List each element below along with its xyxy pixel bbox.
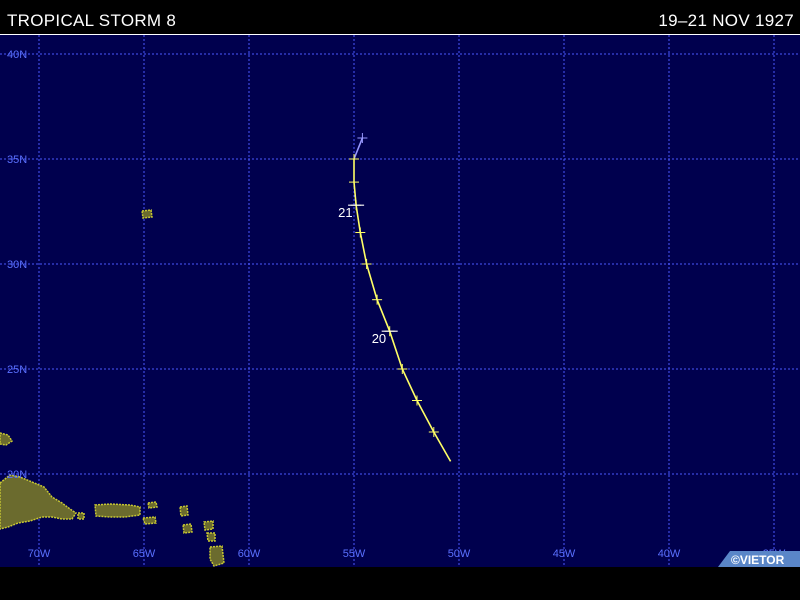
credit-text: ©VIETOR bbox=[731, 553, 785, 567]
bermuda-landmass bbox=[141, 209, 153, 219]
header-bar: TROPICAL STORM 8 19–21 NOV 1927 bbox=[0, 0, 800, 34]
lon-label: 45W bbox=[553, 548, 576, 560]
lat-label: 30N bbox=[7, 259, 27, 271]
storm-title: TROPICAL STORM 8 bbox=[7, 11, 177, 30]
map-canvas: 70W65W60W55W50W45W40W35W40N35N30N25N20N … bbox=[0, 35, 800, 567]
lat-label: 25N bbox=[7, 364, 27, 376]
storm-dates: 19–21 NOV 1927 bbox=[658, 11, 794, 30]
lon-label: 55W bbox=[343, 548, 366, 560]
island-h bbox=[77, 512, 85, 520]
island-d bbox=[203, 520, 214, 531]
island-b bbox=[179, 505, 189, 517]
day-label: 20 bbox=[372, 331, 386, 346]
island-f bbox=[209, 545, 225, 567]
lon-label: 50W bbox=[448, 548, 471, 560]
lat-label: 40N bbox=[7, 49, 27, 61]
island-g bbox=[147, 501, 158, 509]
lon-label: 40W bbox=[658, 548, 681, 560]
footer-bar bbox=[0, 567, 800, 600]
lat-label: 20N bbox=[7, 469, 27, 481]
day-label: 21 bbox=[338, 205, 352, 220]
island-e bbox=[206, 532, 216, 542]
ocean-background bbox=[0, 35, 800, 567]
island-c bbox=[182, 523, 193, 534]
lat-label: 35N bbox=[7, 154, 27, 166]
island-a bbox=[141, 516, 157, 525]
lon-label: 65W bbox=[133, 548, 156, 560]
lon-label: 60W bbox=[238, 548, 261, 560]
lon-label: 70W bbox=[28, 548, 51, 560]
credit-badge: ©VIETOR bbox=[718, 551, 800, 567]
puerto-rico-landmass bbox=[94, 503, 141, 518]
track-map: 70W65W60W55W50W45W40W35W40N35N30N25N20N … bbox=[0, 34, 800, 568]
